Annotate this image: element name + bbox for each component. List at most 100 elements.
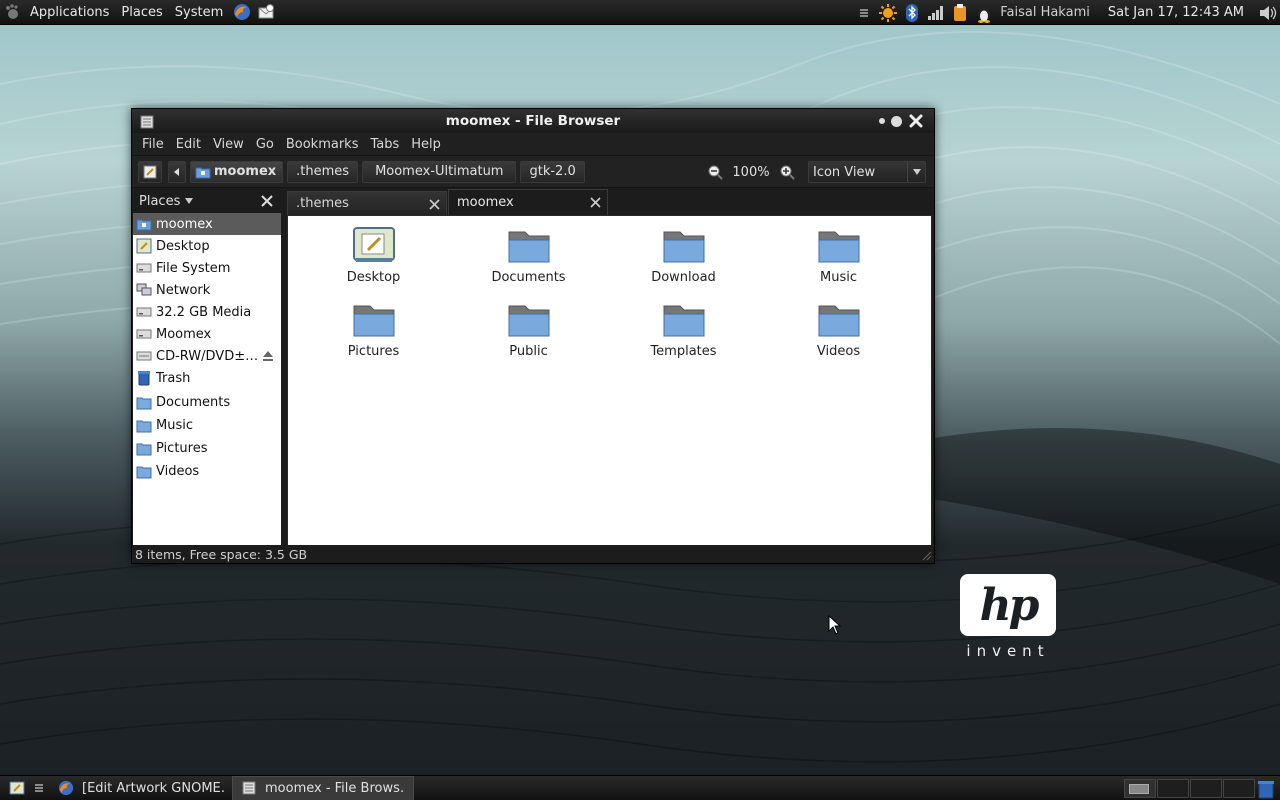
file-label: Templates <box>650 344 717 359</box>
resize-grip-icon[interactable] <box>922 551 932 561</box>
bluetooth-icon[interactable] <box>900 0 924 25</box>
tab-moomex[interactable]: moomex <box>448 189 608 215</box>
sidebar-item-moomex-drive[interactable]: Moomex <box>133 323 281 345</box>
menu-file[interactable]: File <box>136 137 170 152</box>
chevron-down-icon <box>907 162 925 182</box>
sidebar-item-label: CD-RW/DVD±… <box>156 348 259 364</box>
menu-edit[interactable]: Edit <box>170 137 207 152</box>
menu-bookmarks[interactable]: Bookmarks <box>280 137 365 152</box>
folder-icon <box>663 305 704 337</box>
close-button[interactable] <box>908 113 924 129</box>
file-view[interactable]: Desktop Documents Download Music Picture… <box>287 215 932 547</box>
file-item-desktop[interactable]: Desktop <box>296 226 451 292</box>
menu-help[interactable]: Help <box>405 137 447 152</box>
sidebar-item-videos[interactable]: Videos <box>133 460 281 483</box>
firefox-launcher-icon[interactable] <box>231 1 253 23</box>
places-sidebar: Places moomex Desktop File System Networ… <box>132 189 282 545</box>
window-list-menu-icon[interactable] <box>28 776 50 800</box>
sidebar-item-network[interactable]: Network <box>133 279 281 301</box>
trash-applet-icon[interactable] <box>1256 779 1276 799</box>
sidebar-item-pictures[interactable]: Pictures <box>133 437 281 460</box>
clock[interactable]: Sat Jan 17, 12:43 AM <box>1098 5 1256 20</box>
file-item-videos[interactable]: Videos <box>761 300 916 366</box>
sidebar-item-cdrw[interactable]: CD-RW/DVD±… <box>133 345 281 367</box>
volume-icon[interactable] <box>1256 0 1280 25</box>
workspace-4[interactable] <box>1223 779 1255 798</box>
zoom-level: 100% <box>732 164 770 180</box>
user-name[interactable]: Faisal Hakami <box>996 5 1098 20</box>
gnome-foot-icon[interactable] <box>0 0 24 25</box>
workspace-2[interactable] <box>1157 779 1189 798</box>
sidebar-item-desktop[interactable]: Desktop <box>133 235 281 257</box>
folder-icon <box>818 231 859 263</box>
home-icon <box>136 216 152 232</box>
menu-lines-icon[interactable] <box>852 0 876 25</box>
zoom-in-icon[interactable] <box>776 161 798 183</box>
file-item-download[interactable]: Download <box>606 226 761 292</box>
left-arrow-icon <box>174 167 179 176</box>
applications-menu[interactable]: Applications <box>24 0 115 25</box>
path-button-gtk2[interactable]: gtk-2.0 <box>520 160 585 183</box>
taskbar-item-firefox[interactable]: [Edit Artwork GNOME… <box>50 776 232 800</box>
sidebar-item-trash[interactable]: Trash <box>133 367 281 389</box>
sidebar-header[interactable]: Places <box>132 189 282 213</box>
sidebar-item-file-system[interactable]: File System <box>133 257 281 279</box>
workspace-3[interactable] <box>1190 779 1222 798</box>
mail-launcher-icon[interactable] <box>255 1 277 23</box>
location-toolbar: moomex .themes Moomex-Ultimatum gtk-2.0 … <box>132 156 934 188</box>
path-back-arrow-button[interactable] <box>168 160 186 183</box>
path-button-themes[interactable]: .themes <box>287 160 359 183</box>
folder-icon <box>136 395 152 411</box>
zoom-out-icon[interactable] <box>704 161 726 183</box>
workspace-1[interactable] <box>1124 779 1156 798</box>
show-desktop-icon[interactable] <box>6 776 28 800</box>
mouse-pointer-icon <box>828 615 842 635</box>
path-button-home[interactable]: moomex <box>190 160 284 183</box>
clipboard-icon[interactable] <box>948 0 972 25</box>
toggle-location-entry-button[interactable] <box>138 160 162 183</box>
bottom-panel: [Edit Artwork GNOME… moomex - File Brows… <box>0 775 1280 800</box>
file-item-music[interactable]: Music <box>761 226 916 292</box>
view-mode-select[interactable]: Icon View <box>808 161 926 183</box>
menu-view[interactable]: View <box>207 137 250 152</box>
file-label: Desktop <box>346 270 401 285</box>
sidebar-item-label: File System <box>156 260 231 276</box>
minimize-button[interactable] <box>879 118 885 124</box>
path-button-moomex-ultimatum[interactable]: Moomex-Ultimatum <box>362 160 517 183</box>
desktop-folder-icon <box>352 227 395 262</box>
maximize-button[interactable] <box>891 115 902 127</box>
file-item-pictures[interactable]: Pictures <box>296 300 451 366</box>
weather-sun-icon[interactable] <box>876 0 900 25</box>
system-menu[interactable]: System <box>169 0 229 25</box>
taskbar-item-file-browser[interactable]: moomex - File Brows… <box>232 775 414 800</box>
file-item-templates[interactable]: Templates <box>606 300 761 366</box>
menu-go[interactable]: Go <box>250 137 280 152</box>
tab-themes[interactable]: .themes <box>287 191 447 215</box>
sidebar-item-label: Documents <box>156 395 231 410</box>
tux-icon[interactable] <box>972 0 996 25</box>
sidebar-item-documents[interactable]: Documents <box>133 391 281 414</box>
eject-icon[interactable] <box>261 349 275 363</box>
menu-tabs[interactable]: Tabs <box>364 137 405 152</box>
window-titlebar[interactable]: moomex - File Browser <box>132 109 934 133</box>
sidebar-item-label: moomex <box>156 216 213 232</box>
home-folder-icon <box>195 167 211 178</box>
places-menu[interactable]: Places <box>115 0 168 25</box>
folder-icon <box>663 231 704 263</box>
sidebar-item-moomex[interactable]: moomex <box>133 213 281 235</box>
sidebar-item-music[interactable]: Music <box>133 414 281 437</box>
path-label: moomex <box>214 164 277 179</box>
file-item-public[interactable]: Public <box>451 300 606 366</box>
window-menu-icon[interactable] <box>140 115 154 129</box>
zoom-controls: 100% Icon View <box>704 161 926 183</box>
close-sidebar-icon[interactable] <box>260 194 274 208</box>
folder-icon <box>508 305 549 337</box>
folder-icon <box>353 305 394 337</box>
tab-label: .themes <box>296 196 349 211</box>
workspace-switcher <box>1124 779 1256 798</box>
sidebar-item-media[interactable]: 32.2 GB Media <box>133 301 281 323</box>
file-item-documents[interactable]: Documents <box>451 226 606 292</box>
signal-strength-icon[interactable] <box>924 0 948 25</box>
close-tab-icon[interactable] <box>428 198 440 210</box>
close-tab-icon[interactable] <box>589 196 601 208</box>
